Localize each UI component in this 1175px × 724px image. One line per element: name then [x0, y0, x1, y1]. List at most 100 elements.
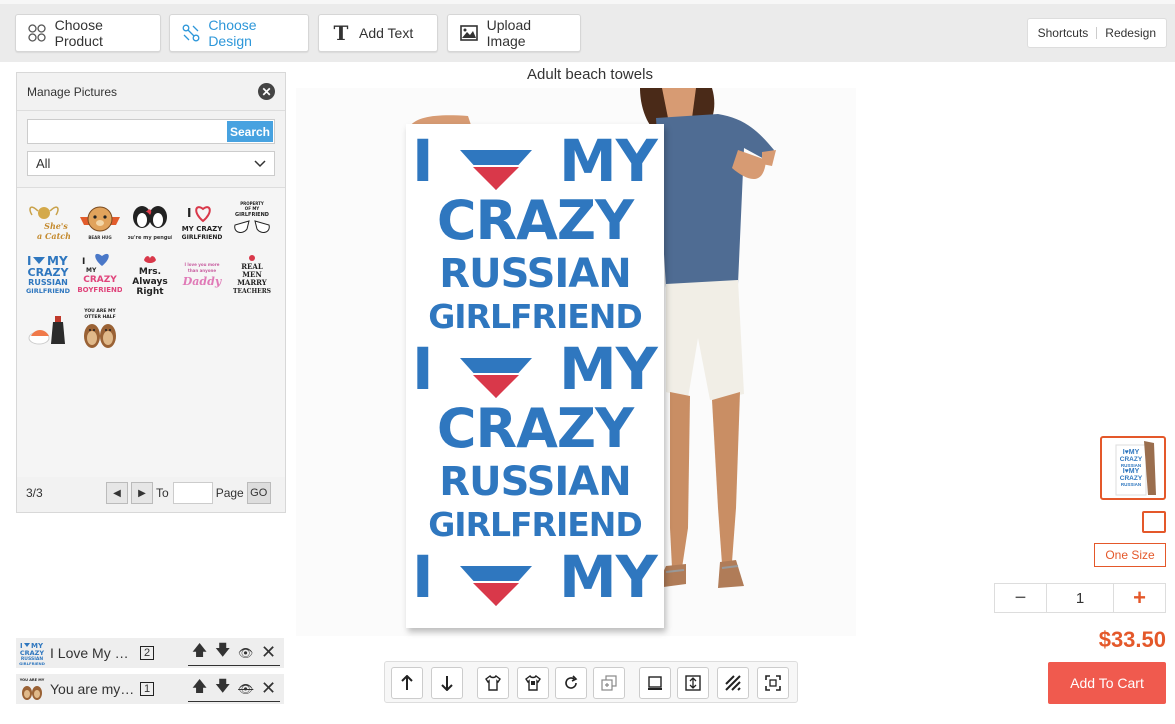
towel-text-crazy: CRAZY	[436, 189, 634, 252]
search-input[interactable]	[28, 120, 224, 143]
svg-text:CRAZY: CRAZY	[83, 275, 117, 285]
prev-page-icon[interactable]: ◀	[106, 482, 128, 504]
svg-text:CRAZY: CRAZY	[20, 649, 45, 657]
quantity-stepper: − 1 +	[994, 583, 1166, 613]
real-men-teachers-clipart-thumb[interactable]: REAL MEN MARRY TEACHERS	[229, 252, 275, 298]
close-icon[interactable]: ✕	[258, 83, 275, 100]
design-canvas[interactable]: I MY CRAZY RUSSIAN GIRLFRIEND I MY CRAZY…	[296, 88, 856, 636]
move-down-icon[interactable]: 🡇	[215, 640, 230, 665]
redesign-link[interactable]: Redesign	[1105, 26, 1156, 40]
teacher-hands-clipart-thumb[interactable]: PROPERTY OF MY GIRLFRIEND	[229, 198, 275, 244]
layer-row[interactable]: I MY CRAZY RUSSIAN GIRLFRIEND I Love My … 2 …	[16, 638, 284, 668]
svg-text:GIRLFRIEND: GIRLFRIEND	[182, 234, 223, 241]
svg-text:GIRLFRIEND: GIRLFRIEND	[19, 661, 45, 666]
shirt-front-icon[interactable]	[477, 667, 509, 699]
crazy-boyfriend-clipart-thumb[interactable]: I MY CRAZY BOYFRIEND	[77, 252, 123, 298]
beach-towel-design[interactable]: I MY CRAZY RUSSIAN GIRLFRIEND I MY CRAZY…	[406, 124, 664, 628]
arrow-up-icon[interactable]	[391, 667, 423, 699]
go-button[interactable]: GO	[246, 482, 271, 504]
svg-text:OTTER HALF: OTTER HALF	[84, 314, 115, 320]
product-view-thumbnail[interactable]: I♥MY CRAZY RUSSIAN I♥MY CRAZY RUSSIAN	[1100, 436, 1166, 500]
heart-girlfriend-clipart-thumb[interactable]: I MY CRAZY GIRLFRIEND	[179, 198, 225, 244]
svg-text:a Catch: a Catch	[37, 231, 70, 241]
sushi-soy-clipart-thumb[interactable]	[25, 306, 71, 352]
towel-text-my: MY	[559, 127, 658, 195]
move-up-icon[interactable]: 🡅	[192, 640, 207, 665]
manage-pictures-panel: Manage Pictures ✕ Search All She's a Catc…	[16, 72, 286, 513]
svg-text:RUSSIAN: RUSSIAN	[28, 278, 68, 287]
svg-text:BOYFRIEND: BOYFRIEND	[78, 286, 122, 294]
svg-text:TEACHERS: TEACHERS	[233, 288, 271, 295]
svg-text:RUSSIAN: RUSSIAN	[1121, 482, 1141, 487]
grid-circles-icon	[28, 23, 47, 43]
choose-design-button[interactable]: Choose Design	[169, 14, 309, 52]
flag-heart-icon	[458, 143, 534, 190]
fit-height-icon[interactable]	[677, 667, 709, 699]
eye-slash-icon[interactable]: 👁	[238, 682, 253, 696]
towel-text-i: I	[412, 127, 434, 195]
layer-controls: 🡅 🡇 👁 ✕	[188, 676, 280, 702]
towel-text-i: I	[412, 543, 434, 611]
layer-row[interactable]: YOU ARE MY You are my… 1 🡅 🡇 👁 ✕	[16, 674, 284, 704]
duplicate-icon[interactable]	[593, 667, 625, 699]
svg-text:Always: Always	[132, 277, 167, 287]
divider	[1096, 27, 1098, 39]
move-up-icon[interactable]: 🡅	[192, 676, 207, 701]
towel-text-my: MY	[559, 335, 658, 403]
svg-text:OF MY: OF MY	[245, 206, 260, 211]
price-label: $33.50	[1098, 627, 1166, 652]
quantity-input[interactable]: 1	[1047, 584, 1113, 612]
towel-text-girlfriend: GIRLFRIEND	[428, 505, 643, 544]
add-to-cart-button[interactable]: Add To Cart	[1048, 662, 1166, 704]
layer-controls: 🡅 🡇 👁 ✕	[188, 640, 280, 666]
panel-title: Manage Pictures	[27, 84, 118, 99]
upload-image-button[interactable]: Upload Image	[447, 14, 581, 52]
category-select[interactable]: All	[27, 151, 275, 176]
mrs-always-right-clipart-thumb[interactable]: Mrs. Always Right	[127, 252, 173, 298]
svg-text:I♥MY: I♥MY	[1123, 468, 1140, 475]
fullscreen-icon[interactable]	[757, 667, 789, 699]
pattern-fill-icon[interactable]	[717, 667, 749, 699]
upload-image-label: Upload Image	[486, 17, 532, 49]
pagination: 3/3 ◀ ▶ To Page GO	[17, 474, 285, 512]
top-right-links: Shortcuts Redesign	[1026, 18, 1167, 48]
size-option-button[interactable]: One Size	[1094, 543, 1166, 567]
layer-order-number: 1	[140, 682, 154, 696]
svg-text:MY CRAZY: MY CRAZY	[182, 225, 223, 233]
otters-clipart-thumb[interactable]: YOU ARE MY OTTER HALF	[77, 306, 123, 352]
layer-order-number: 2	[140, 646, 154, 660]
svg-text:Mrs.: Mrs.	[139, 267, 161, 277]
svg-text:YOU ARE MY: YOU ARE MY	[83, 308, 116, 314]
rotate-icon[interactable]	[555, 667, 587, 699]
page-number-input[interactable]	[172, 482, 213, 504]
towel-print: I MY CRAZY RUSSIAN GIRLFRIEND I MY CRAZY…	[406, 132, 664, 610]
eye-icon[interactable]: 👁	[238, 646, 253, 660]
delete-icon[interactable]: ✕	[261, 642, 276, 663]
increase-quantity-button[interactable]: +	[1113, 584, 1165, 612]
svg-text:you're my penguin: you're my penguin	[128, 235, 172, 241]
panel-header: Manage Pictures ✕	[17, 73, 285, 111]
move-down-icon[interactable]: 🡇	[215, 676, 230, 701]
decrease-quantity-button[interactable]: −	[995, 584, 1047, 612]
penguins-clipart-thumb[interactable]: you're my penguin	[127, 198, 173, 244]
svg-text:I: I	[82, 257, 85, 267]
product-view-thumbnail-back[interactable]	[1142, 511, 1166, 533]
choose-product-button[interactable]: Choose Product	[15, 14, 161, 52]
svg-text:MARRY: MARRY	[237, 278, 268, 287]
daddy-script-clipart-thumb[interactable]: I love you more than anyone Daddy	[179, 252, 225, 298]
arrow-down-icon[interactable]	[431, 667, 463, 699]
top-toolbar: Choose Product Choose Design T Add Text …	[0, 0, 1175, 62]
shirt-center-icon[interactable]	[517, 667, 549, 699]
add-text-button[interactable]: T Add Text	[318, 14, 438, 52]
delete-icon[interactable]: ✕	[261, 678, 276, 699]
next-page-icon[interactable]: ▶	[131, 482, 153, 504]
flag-heart-icon	[458, 351, 534, 398]
bear-badge-clipart-thumb[interactable]: BEAR HUG	[77, 198, 123, 244]
align-bottom-icon[interactable]	[639, 667, 671, 699]
snitch-clipart-thumb[interactable]: She's a Catch	[25, 198, 71, 244]
flag-heart-icon	[458, 559, 534, 606]
shortcuts-link[interactable]: Shortcuts	[1038, 26, 1089, 40]
choose-design-label: Choose Design	[208, 17, 257, 49]
search-button[interactable]: Search	[227, 121, 273, 142]
russian-girlfriend-clipart-thumb[interactable]: I MY CRAZY RUSSIAN GIRLFRIEND	[25, 252, 71, 298]
